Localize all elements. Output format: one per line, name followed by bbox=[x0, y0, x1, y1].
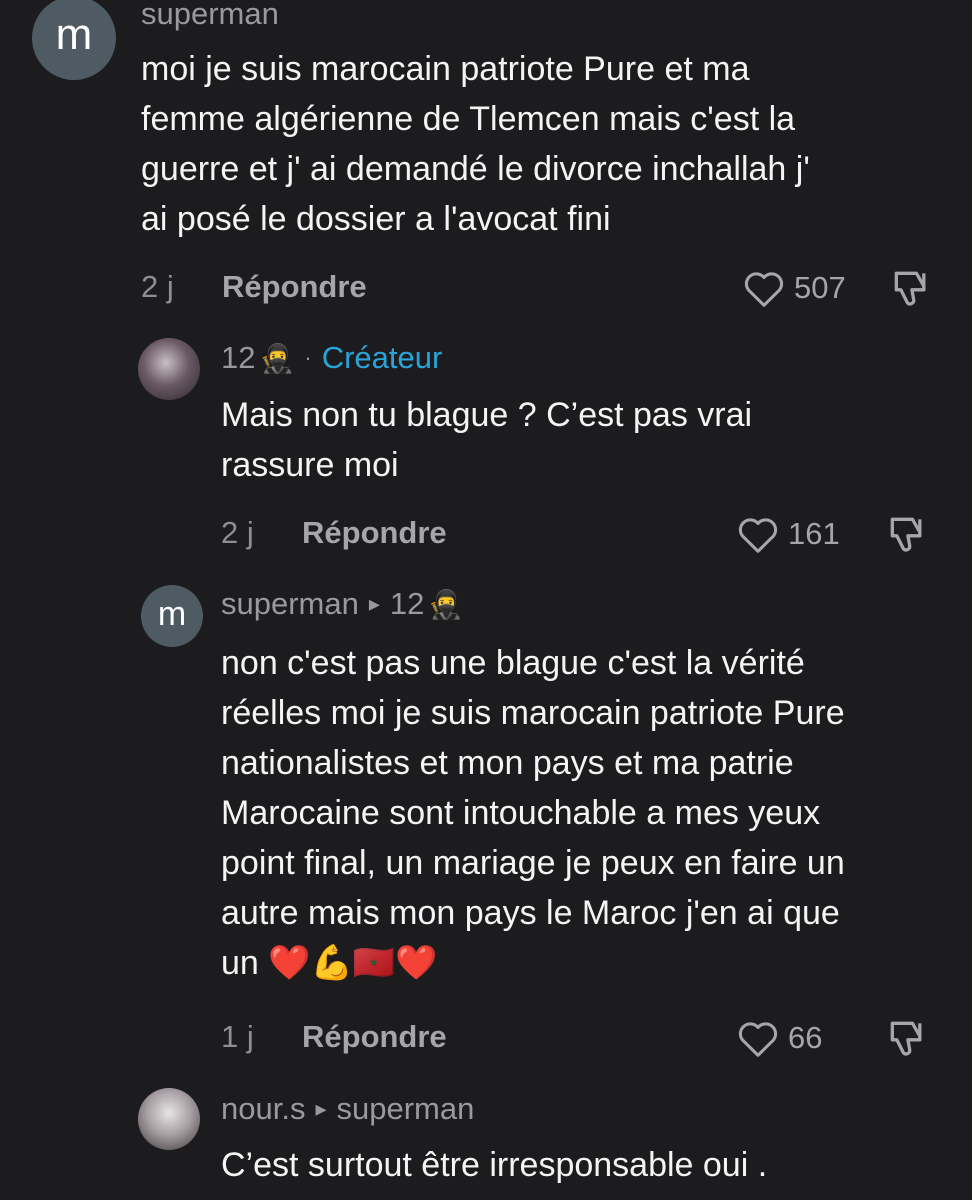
comment-text: C’est surtout être irresponsable oui . bbox=[221, 1146, 768, 1184]
like-button[interactable]: 161 bbox=[736, 514, 840, 554]
avatar[interactable] bbox=[138, 338, 200, 400]
heart-icon bbox=[744, 272, 784, 307]
dislike-button[interactable] bbox=[884, 512, 930, 561]
ninja-emoji: 🥷 bbox=[259, 342, 295, 374]
creator-badge: Créateur bbox=[321, 340, 443, 375]
dislike-icon bbox=[894, 271, 926, 306]
dislike-button[interactable] bbox=[884, 1016, 930, 1065]
heart-icon bbox=[738, 518, 778, 553]
comment-username[interactable]: superman bbox=[141, 0, 279, 32]
avatar[interactable]: m bbox=[32, 0, 116, 80]
avatar-letter: m bbox=[55, 10, 93, 59]
reply-to-user: superman bbox=[336, 1091, 475, 1126]
comment-username[interactable]: nour.s ▸ superman bbox=[221, 1091, 474, 1127]
dislike-icon bbox=[890, 517, 922, 552]
comment-username[interactable]: 12 🥷 · Créateur bbox=[221, 340, 442, 376]
comment-text: Mais non tu blague ? C’est pas vrai rass… bbox=[221, 396, 753, 484]
ninja-emoji: 🥷 bbox=[428, 588, 464, 620]
heart-icon bbox=[738, 1022, 778, 1057]
comment-text: moi je suis marocain patriote Pure et ma… bbox=[141, 50, 810, 238]
like-button[interactable]: 507 bbox=[742, 268, 846, 308]
reply-button[interactable]: Répondre bbox=[222, 269, 367, 305]
comment-time: 2 j bbox=[221, 515, 254, 550]
comment-time: 2 j bbox=[141, 269, 174, 304]
dislike-button[interactable] bbox=[888, 266, 934, 315]
reply-button[interactable]: Répondre bbox=[302, 1019, 447, 1055]
reply-arrow-icon: ▸ bbox=[315, 1096, 327, 1121]
reply-arrow-icon: ▸ bbox=[368, 591, 380, 616]
like-count: 66 bbox=[788, 1020, 823, 1055]
dislike-icon bbox=[890, 1021, 922, 1056]
like-count: 507 bbox=[794, 270, 846, 305]
comment-text: non c'est pas une blague c'est la vérité… bbox=[221, 644, 845, 982]
comments-panel: m superman moi je suis marocain patriote… bbox=[0, 0, 972, 1200]
like-button[interactable]: 66 bbox=[736, 1018, 822, 1058]
comment-time: 1 j bbox=[221, 1019, 254, 1054]
comment-username[interactable]: superman ▸ 12 🥷 bbox=[221, 586, 463, 622]
like-count: 161 bbox=[788, 516, 840, 551]
avatar-letter: m bbox=[157, 594, 187, 633]
avatar[interactable]: m bbox=[141, 585, 203, 647]
reply-button[interactable]: Répondre bbox=[302, 515, 447, 551]
reply-to-user: 12 bbox=[389, 586, 425, 621]
avatar[interactable] bbox=[138, 1088, 200, 1150]
